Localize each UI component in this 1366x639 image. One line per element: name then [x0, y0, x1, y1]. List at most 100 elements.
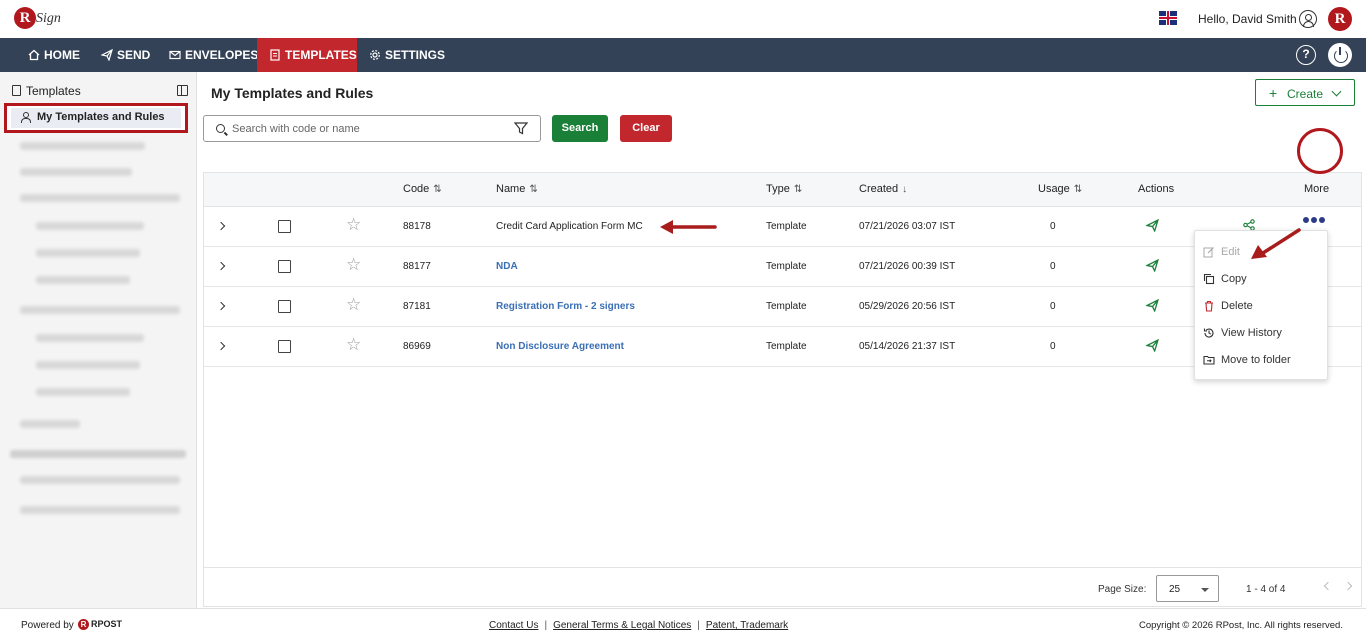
- nav-templates-label: TEMPLATES: [285, 48, 357, 62]
- menu-item-edit[interactable]: Edit: [1203, 246, 1240, 258]
- plus-icon: +: [1269, 85, 1278, 101]
- sidebar-item-my-templates[interactable]: My Templates and Rules: [4, 103, 188, 133]
- search-icon: [216, 124, 225, 133]
- favorite-star-icon[interactable]: ☆: [346, 295, 361, 315]
- contact-us-link[interactable]: Contact Us: [489, 620, 538, 631]
- caret-down-icon: [1201, 588, 1209, 592]
- user-greeting: Hello, David Smith: [1198, 12, 1297, 26]
- sidebar-item-blurred[interactable]: [20, 306, 180, 314]
- send-icon[interactable]: [1146, 259, 1159, 272]
- cell-name[interactable]: Registration Form - 2 signers: [496, 301, 635, 312]
- collapse-sidebar-icon[interactable]: [177, 85, 188, 96]
- sidebar-item-blurred[interactable]: [36, 222, 144, 230]
- nav-envelopes[interactable]: ENVELOPES: [157, 38, 258, 72]
- menu-item-copy[interactable]: Copy: [1203, 273, 1247, 285]
- row-checkbox[interactable]: [278, 220, 291, 233]
- user-profile-icon[interactable]: [1299, 10, 1317, 28]
- rpost-logo: R RPOST: [78, 619, 122, 630]
- next-page-icon[interactable]: [1343, 581, 1353, 591]
- sidebar-item-blurred[interactable]: [20, 142, 145, 150]
- favorite-star-icon[interactable]: ☆: [346, 255, 361, 275]
- sidebar-section-blurred[interactable]: [10, 450, 186, 458]
- column-header-usage[interactable]: Usage ⇅: [1038, 183, 1082, 195]
- table-row[interactable]: ☆ 86969 Non Disclosure Agreement Templat…: [204, 327, 1361, 367]
- column-header-created[interactable]: Created ↓: [859, 183, 907, 195]
- cell-name[interactable]: NDA: [496, 261, 518, 272]
- filter-icon[interactable]: [514, 122, 528, 135]
- nav-settings-label: SETTINGS: [385, 48, 446, 62]
- sort-desc-icon: ↓: [902, 184, 908, 195]
- more-options-icon[interactable]: [1301, 213, 1329, 227]
- search-button[interactable]: Search: [552, 115, 608, 142]
- cell-type: Template: [766, 221, 807, 232]
- create-button[interactable]: + Create: [1255, 79, 1355, 106]
- cell-name[interactable]: Non Disclosure Agreement: [496, 341, 624, 352]
- column-header-more: More: [1304, 183, 1330, 195]
- sidebar-item-blurred[interactable]: [36, 276, 130, 284]
- clear-button[interactable]: Clear: [620, 115, 672, 142]
- sidebar-item-blurred[interactable]: [20, 168, 132, 176]
- row-checkbox[interactable]: [278, 260, 291, 273]
- sidebar-item-blurred[interactable]: [20, 476, 180, 484]
- help-icon[interactable]: ?: [1296, 45, 1316, 65]
- page-range: 1 - 4 of 4: [1246, 584, 1286, 595]
- sidebar-item-blurred[interactable]: [36, 249, 140, 257]
- nav-send[interactable]: SEND: [89, 38, 150, 72]
- footer: Powered by R RPOST Contact Us | General Ter…: [0, 608, 1366, 639]
- nav-home-label: HOME: [44, 48, 80, 62]
- cell-usage: 0: [1050, 301, 1056, 312]
- table-row[interactable]: ☆ 88177 NDA Template 07/21/2026 00:39 IS…: [204, 247, 1361, 287]
- column-header-name[interactable]: Name ⇅: [496, 183, 538, 195]
- menu-item-move-to-folder[interactable]: Move to folder: [1203, 354, 1291, 366]
- sidebar-item-blurred[interactable]: [20, 420, 80, 428]
- menu-item-view-history[interactable]: View History: [1203, 327, 1282, 339]
- rsign-logo[interactable]: R Sign: [14, 5, 66, 33]
- send-icon[interactable]: [1146, 339, 1159, 352]
- sidebar-item-blurred[interactable]: [36, 361, 140, 369]
- cell-created: 05/14/2026 21:37 IST: [859, 341, 956, 352]
- search-box: [203, 115, 541, 142]
- sidebar-item-blurred[interactable]: [36, 388, 130, 396]
- column-header-code[interactable]: Code ⇅: [403, 183, 442, 195]
- favorite-star-icon[interactable]: ☆: [346, 215, 361, 235]
- language-flag-icon[interactable]: [1159, 11, 1177, 25]
- page-size-value: 25: [1169, 584, 1181, 595]
- arrow-annotation-icon: [660, 220, 717, 234]
- expand-row-icon[interactable]: [216, 221, 226, 231]
- footer-links: Contact Us | General Terms & Legal Notices…: [489, 620, 789, 631]
- send-icon[interactable]: [1146, 299, 1159, 312]
- cell-code: 88178: [403, 221, 431, 232]
- history-icon: [1203, 328, 1214, 338]
- favorite-star-icon[interactable]: ☆: [346, 335, 361, 355]
- previous-page-icon[interactable]: [1323, 581, 1333, 591]
- row-checkbox[interactable]: [278, 340, 291, 353]
- cell-name[interactable]: Credit Card Application Form MC: [496, 221, 643, 232]
- table-row[interactable]: ☆ 87181 Registration Form - 2 signers Te…: [204, 287, 1361, 327]
- sidebar-item-blurred[interactable]: [20, 194, 180, 202]
- sidebar-item-blurred[interactable]: [20, 506, 180, 514]
- expand-row-icon[interactable]: [216, 261, 226, 271]
- logo-r-mark: R: [14, 7, 36, 29]
- menu-item-delete[interactable]: Delete: [1203, 300, 1253, 312]
- cell-created: 07/21/2026 00:39 IST: [859, 261, 956, 272]
- create-label: Create: [1287, 87, 1324, 101]
- cell-code: 86969: [403, 341, 431, 352]
- expand-row-icon[interactable]: [216, 301, 226, 311]
- send-icon[interactable]: [1146, 219, 1159, 232]
- cell-type: Template: [766, 261, 807, 272]
- power-icon[interactable]: [1328, 43, 1352, 67]
- patent-link[interactable]: Patent, Trademark: [706, 620, 788, 631]
- sidebar-item-blurred[interactable]: [36, 334, 144, 342]
- search-input[interactable]: [232, 121, 502, 137]
- nav-templates[interactable]: TEMPLATES: [257, 38, 357, 72]
- table-row[interactable]: ☆ 88178 Credit Card Application Form MC …: [204, 207, 1361, 247]
- column-header-type[interactable]: Type ⇅: [766, 183, 802, 195]
- page-size-select[interactable]: 25: [1156, 575, 1219, 602]
- expand-row-icon[interactable]: [216, 341, 226, 351]
- terms-link[interactable]: General Terms & Legal Notices: [553, 620, 691, 631]
- sidebar-item-label: My Templates and Rules: [37, 111, 165, 123]
- avatar[interactable]: R: [1328, 7, 1352, 31]
- nav-settings[interactable]: SETTINGS: [357, 38, 445, 72]
- row-checkbox[interactable]: [278, 300, 291, 313]
- nav-home[interactable]: HOME: [16, 38, 80, 72]
